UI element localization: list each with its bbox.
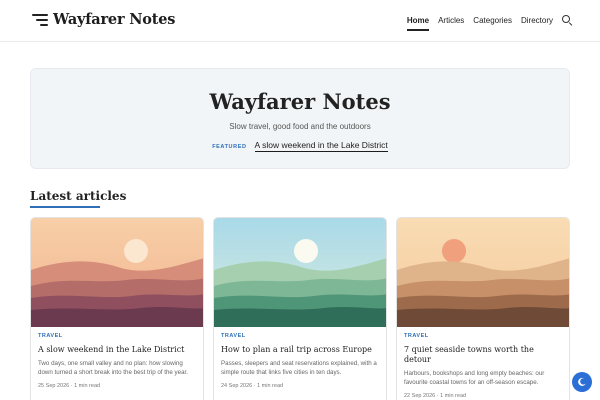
article-category[interactable]: TRAVEL: [38, 333, 196, 339]
search-icon[interactable]: [562, 15, 572, 25]
article-card[interactable]: TRAVEL A slow weekend in the Lake Distri…: [30, 217, 204, 400]
menu-icon[interactable]: [32, 14, 48, 26]
nav-categories[interactable]: Categories: [473, 16, 512, 25]
article-thumbnail: [397, 218, 569, 327]
site-header: Wayfarer Notes Home Articles Categories …: [0, 0, 600, 42]
nav-home[interactable]: Home: [406, 16, 430, 31]
article-excerpt: Passes, sleepers and seat reservations e…: [221, 360, 377, 376]
section-title: Latest articles: [30, 189, 127, 203]
article-category[interactable]: TRAVEL: [404, 333, 562, 339]
article-body: TRAVEL How to plan a rail trip across Eu…: [214, 327, 386, 395]
article-body: TRAVEL 7 quiet seaside towns worth the d…: [397, 327, 569, 400]
section-underline: [30, 206, 100, 208]
hero-title: Wayfarer Notes: [209, 89, 391, 114]
article-meta: 25 Sep 2026 · 1 min read: [38, 382, 101, 389]
article-body: TRAVEL A slow weekend in the Lake Distri…: [31, 327, 203, 395]
article-title[interactable]: How to plan a rail trip across Europe: [221, 345, 379, 355]
article-title[interactable]: A slow weekend in the Lake District: [38, 345, 196, 355]
article-excerpt: Two days, one small valley and no plan: …: [38, 360, 188, 376]
hero-banner: Wayfarer Notes Slow travel, good food an…: [30, 68, 570, 169]
article-card[interactable]: TRAVEL How to plan a rail trip across Eu…: [213, 217, 387, 400]
featured-row: FEATURED A slow weekend in the Lake Dist…: [31, 140, 569, 152]
featured-label: FEATURED: [212, 144, 247, 150]
nav-articles[interactable]: Articles: [438, 16, 464, 25]
article-category[interactable]: TRAVEL: [221, 333, 379, 339]
article-card[interactable]: TRAVEL 7 quiet seaside towns worth the d…: [396, 217, 570, 400]
article-meta: 22 Sep 2026 · 1 min read: [404, 392, 467, 399]
article-meta: 24 Sep 2026 · 1 min read: [221, 382, 284, 389]
site-logo[interactable]: Wayfarer Notes: [53, 11, 175, 28]
moon-icon: [578, 377, 586, 386]
hero-subtitle: Slow travel, good food and the outdoors: [229, 122, 371, 131]
theme-toggle-button[interactable]: [572, 372, 592, 392]
article-excerpt: Harbours, bookshops and long empty beach…: [404, 370, 545, 386]
article-thumbnail: [214, 218, 386, 327]
article-thumbnail: [31, 218, 203, 327]
nav-directory[interactable]: Directory: [521, 16, 553, 25]
main-nav: Home Articles Categories Directory: [398, 15, 572, 31]
featured-link[interactable]: A slow weekend in the Lake District: [254, 140, 388, 152]
article-title[interactable]: 7 quiet seaside towns worth the detour: [404, 345, 562, 365]
